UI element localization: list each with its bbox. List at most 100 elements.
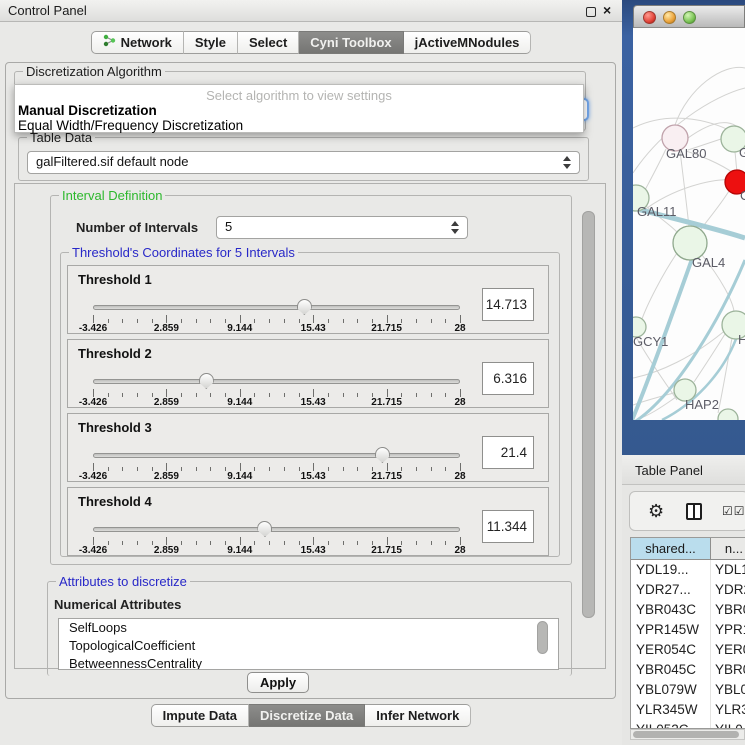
- float-window-icon[interactable]: [586, 7, 596, 17]
- attribute-item-selfloops[interactable]: SelfLoops: [59, 619, 558, 637]
- cell-name: YIL0: [711, 720, 745, 729]
- tab-style[interactable]: Style: [184, 31, 238, 54]
- table-toolbar: ⚙ ☑☑: [629, 491, 745, 531]
- table-row[interactable]: YPR145WYPR1: [631, 620, 745, 640]
- node-label: HAP2: [685, 397, 719, 412]
- minimize-button[interactable]: [663, 11, 676, 24]
- slider-thumb[interactable]: [375, 447, 390, 463]
- slider-track[interactable]: [93, 305, 460, 310]
- slider-thumb[interactable]: [257, 521, 272, 537]
- numerical-attributes-label: Numerical Attributes: [54, 597, 181, 612]
- control-panel: Control Panel × NetworkStyleSelectCyni T…: [0, 0, 622, 745]
- spinner-icon: [451, 221, 460, 234]
- cell-shared-name: YBR043C: [631, 600, 711, 620]
- split-columns-icon[interactable]: [686, 503, 702, 520]
- settings-scroll-pane: Interval Definition Number of Intervals …: [14, 183, 606, 669]
- attribute-item-topologicalcoefficient[interactable]: TopologicalCoefficient: [59, 637, 558, 655]
- threshold-value-field[interactable]: 6.316: [482, 362, 534, 395]
- cell-name: YDL1: [711, 560, 745, 580]
- threshold-slider: -3.4262.8599.14415.4321.71528: [93, 302, 460, 334]
- node-label: C: [740, 188, 745, 203]
- popup-option-equal-width[interactable]: Equal Width/Frequency Discretization: [15, 118, 583, 133]
- table-header: shared... n...: [631, 538, 745, 560]
- slider-track[interactable]: [93, 527, 460, 532]
- table-panel: Table Panel ⚙ ☑☑ shared... n... YDL19...…: [622, 455, 745, 745]
- close-button[interactable]: [643, 11, 656, 24]
- threshold-value-field[interactable]: 21.4: [482, 436, 534, 469]
- slider-track[interactable]: [93, 379, 460, 384]
- cell-name: YER0: [711, 640, 745, 660]
- threshold-slider: -3.4262.8599.14415.4321.71528: [93, 376, 460, 408]
- tab-label: Discretize Data: [260, 705, 353, 726]
- node-label: GAL4: [692, 255, 725, 270]
- cell-shared-name: YER054C: [631, 640, 711, 660]
- attribute-item-betweennesscentrality[interactable]: BetweennessCentrality: [59, 655, 558, 670]
- attribute-list-scrollbar[interactable]: [537, 621, 548, 654]
- apply-button[interactable]: Apply: [247, 672, 309, 693]
- cell-shared-name: YIL052C: [631, 720, 711, 729]
- num-intervals-select[interactable]: 5: [216, 216, 468, 239]
- slider-scale-labels: -3.4262.8599.14415.4321.71528: [93, 471, 460, 482]
- tab-cyni-toolbox[interactable]: Cyni Toolbox: [299, 31, 403, 54]
- discretization-algorithm-label: Discretization Algorithm: [23, 64, 165, 79]
- node-label: GA: [739, 145, 745, 160]
- table-data-select[interactable]: galFiltered.sif default node: [27, 151, 580, 174]
- cytoscape-desktop: GAL80 GA C GAL11 GAL4 GCY1 H HAP2: [622, 0, 745, 455]
- threshold-label: Threshold 2: [78, 346, 152, 361]
- table-panel-title: Table Panel: [635, 463, 703, 478]
- zoom-button[interactable]: [683, 11, 696, 24]
- tab-network[interactable]: Network: [91, 31, 184, 54]
- slider-thumb[interactable]: [199, 373, 214, 389]
- gear-icon[interactable]: ⚙: [648, 501, 664, 522]
- node-label: GAL11: [637, 204, 677, 219]
- cell-shared-name: YPR145W: [631, 620, 711, 640]
- tab-label: Infer Network: [376, 705, 459, 726]
- tab-infer-network[interactable]: Infer Network: [365, 704, 471, 727]
- table-rows: YDL19...YDL1YDR27...YDR2YBR043CYBR0YPR14…: [631, 560, 745, 729]
- table-row[interactable]: YDR27...YDR2: [631, 580, 745, 600]
- table-row[interactable]: YBR043CYBR0: [631, 600, 745, 620]
- column-header-shared-name[interactable]: shared...: [631, 538, 711, 559]
- node-bottom[interactable]: [718, 409, 738, 420]
- pane-scrollbar[interactable]: [582, 211, 595, 618]
- bottom-tabs: Impute Data Discretize Data Infer Network: [0, 704, 622, 727]
- close-icon[interactable]: ×: [603, 2, 611, 18]
- numerical-attributes-list[interactable]: SelfLoopsTopologicalCoefficientBetweenne…: [58, 618, 559, 670]
- slider-thumb[interactable]: [297, 299, 312, 315]
- tab-select[interactable]: Select: [238, 31, 299, 54]
- cell-name: YBR0: [711, 660, 745, 680]
- table-row[interactable]: YLR345WYLR3: [631, 700, 745, 720]
- network-canvas[interactable]: GAL80 GA C GAL11 GAL4 GCY1 H HAP2: [633, 28, 745, 420]
- tab-jactivemnodules[interactable]: jActiveMNodules: [404, 31, 532, 54]
- threshold-panel-3: Threshold 3-3.4262.8599.14415.4321.71528…: [67, 413, 549, 482]
- table-row[interactable]: YER054CYER0: [631, 640, 745, 660]
- node-label: H: [738, 332, 745, 347]
- cyni-toolbox-content: Discretization Algorithm Select algorith…: [5, 62, 616, 699]
- checkbox-icons[interactable]: ☑☑: [722, 504, 745, 518]
- panel-title: Control Panel: [8, 3, 87, 18]
- threshold-value-field[interactable]: 14.713: [482, 288, 534, 321]
- popup-option-manual-discretization[interactable]: Manual Discretization: [15, 103, 583, 118]
- threshold-label: Threshold 1: [78, 272, 152, 287]
- table-row[interactable]: YBL079WYBL0: [631, 680, 745, 700]
- cell-shared-name: YBL079W: [631, 680, 711, 700]
- threshold-panel-2: Threshold 2 -3.4262.8599.14415.4321.71528…: [67, 339, 549, 408]
- table-data-group: Table Data galFiltered.sif default node: [18, 137, 589, 181]
- network-window-titlebar[interactable]: [633, 5, 745, 28]
- slider-scale-labels: -3.4262.8599.14415.4321.71528: [93, 323, 460, 334]
- table-row[interactable]: YIL052CYIL0: [631, 720, 745, 729]
- cell-shared-name: YDL19...: [631, 560, 711, 580]
- table-hscrollbar[interactable]: [630, 729, 745, 740]
- column-header-name[interactable]: n...: [711, 538, 745, 559]
- threshold-value-field[interactable]: 11.344: [482, 510, 534, 543]
- table-row[interactable]: YBR045CYBR0: [631, 660, 745, 680]
- threshold-panel-1: Threshold 1 -3.4262.8599.14415.4321.71528…: [67, 265, 549, 334]
- table-row[interactable]: YDL19...YDL1: [631, 560, 745, 580]
- tab-impute-data[interactable]: Impute Data: [151, 704, 249, 727]
- tab-discretize-data[interactable]: Discretize Data: [249, 704, 365, 727]
- cell-shared-name: YDR27...: [631, 580, 711, 600]
- node-table: shared... n... YDL19...YDL1YDR27...YDR2Y…: [630, 537, 745, 729]
- interval-definition-group: Interval Definition Number of Intervals …: [50, 195, 572, 565]
- slider-track[interactable]: [93, 453, 460, 458]
- spinner-icon: [563, 156, 572, 169]
